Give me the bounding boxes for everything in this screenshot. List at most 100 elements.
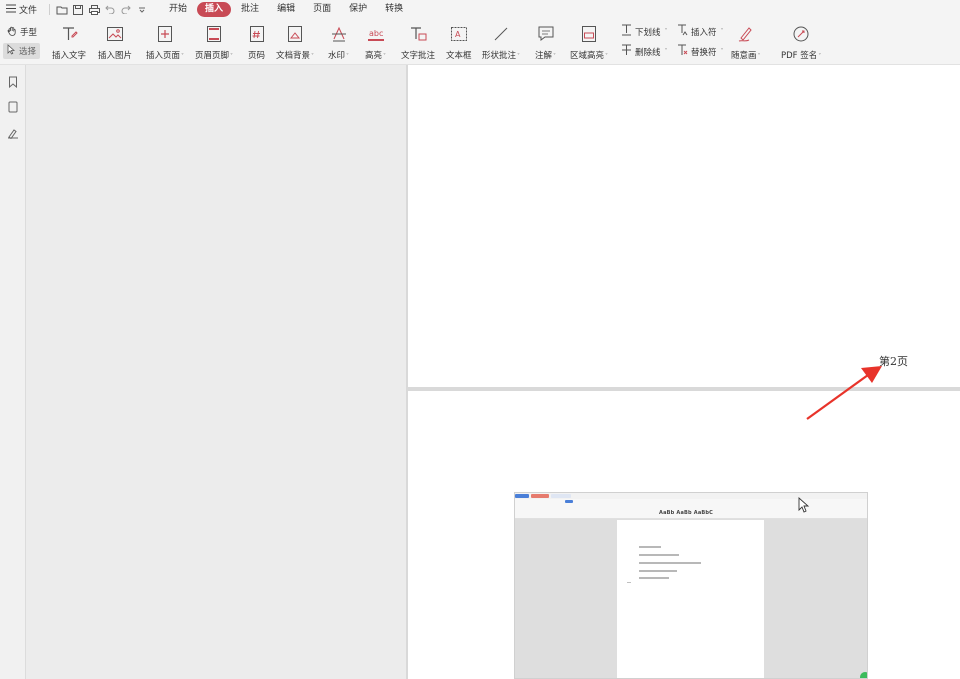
menu-comment[interactable]: 批注: [233, 2, 267, 17]
redo-icon[interactable]: [118, 2, 134, 18]
insert-image-button[interactable]: 插入图片: [98, 22, 132, 61]
hand-tool-label: 手型: [20, 28, 38, 38]
annotation-list-icon[interactable]: [5, 125, 21, 141]
embedded-text-line: [639, 562, 701, 564]
chevron-down-icon: ˅: [346, 53, 350, 60]
document-page: AaBb AaBb AaBbC: [408, 391, 960, 679]
menu-edit[interactable]: 编辑: [269, 2, 303, 17]
insert-caret-button[interactable]: 插入符 ˅: [677, 24, 724, 39]
strikethrough-icon: [621, 44, 632, 59]
embedded-style-preview: AaBb AaBb AaBbC: [659, 510, 714, 516]
area-highlight-label: 区域高亮: [570, 51, 605, 61]
area-highlight-button[interactable]: 区域高亮˅: [570, 22, 608, 61]
file-menu[interactable]: 文件: [0, 0, 45, 19]
bookmark-icon[interactable]: [5, 74, 21, 90]
chevron-down-icon: ˅: [720, 48, 724, 55]
replace-caret-label: 替换符: [691, 47, 717, 58]
document-view[interactable]: 第2页 AaBb AaBb AaBbC: [406, 65, 960, 679]
menu-convert[interactable]: 转换: [377, 2, 411, 17]
hamburger-icon: [6, 4, 16, 16]
shape-comment-button[interactable]: 形状批注˅: [482, 22, 520, 61]
text-comment-label: 文字批注: [401, 51, 436, 61]
textbox-button[interactable]: A 文本框: [446, 22, 472, 61]
svg-text:abc: abc: [369, 29, 383, 38]
chevron-down-icon: ˅: [605, 53, 609, 60]
insert-ribbon: 手型 选择 插入文字 插入图片 插入页面˅ 页眉页脚˅ 页码 文档背景˅ 水印˅…: [0, 19, 960, 65]
page-number-label: 页码: [248, 51, 266, 61]
doc-background-icon: [287, 22, 303, 46]
freehand-button[interactable]: 随意画˅: [731, 22, 761, 61]
insert-text-button[interactable]: 插入文字: [52, 22, 86, 61]
chevron-down-icon: ˅: [230, 53, 234, 60]
menu-protect[interactable]: 保护: [341, 2, 375, 17]
select-tool-button[interactable]: 选择: [3, 43, 41, 59]
text-comment-button[interactable]: 文字批注: [401, 22, 435, 61]
chevron-down-icon: ˅: [553, 53, 557, 60]
pdf-sign-button[interactable]: PDF 签名˅: [781, 22, 821, 61]
page-number-text: 第2页: [879, 355, 908, 368]
pen-icon: [737, 22, 755, 46]
annotation-label: 注解: [535, 51, 553, 61]
menu-page[interactable]: 页面: [305, 2, 339, 17]
save-icon[interactable]: [70, 2, 86, 18]
textbox-icon: A: [450, 22, 468, 46]
header-footer-button[interactable]: 页眉页脚˅: [195, 22, 233, 61]
watermark-button[interactable]: 水印˅: [328, 22, 349, 61]
highlight-button[interactable]: abc 高亮˅: [365, 22, 386, 61]
cursor-arrow-icon: [7, 44, 16, 58]
menu-insert[interactable]: 插入: [197, 2, 232, 17]
chevron-down-icon: ˅: [757, 53, 761, 60]
chevron-down-icon: ˅: [311, 53, 315, 60]
undo-icon[interactable]: [102, 2, 118, 18]
select-tool-label: 选择: [19, 47, 37, 57]
insert-image-label: 插入图片: [98, 51, 133, 61]
embedded-tab: [515, 494, 529, 498]
shape-comment-icon: [492, 22, 510, 46]
embedded-screenshot-image: AaBb AaBb AaBbC: [514, 492, 868, 679]
menu-bar: 文件 开始 插入 批注 编辑 页面 保护 转换: [0, 0, 960, 19]
chevron-down-icon: ˅: [383, 53, 387, 60]
embedded-active-tab: [565, 500, 573, 503]
hand-icon: [7, 26, 17, 39]
embedded-tab: [551, 494, 571, 498]
insert-text-label: 插入文字: [52, 51, 87, 61]
annotation-icon: [537, 22, 555, 46]
open-icon[interactable]: [54, 2, 70, 18]
svg-text:A: A: [455, 30, 461, 39]
hand-tool-button[interactable]: 手型: [3, 24, 41, 40]
pdf-editor-window: 文件 开始 插入 批注 编辑 页面 保护 转换 手型 选择 插入文字 插入图片 …: [0, 0, 960, 679]
underline-button[interactable]: 下划线 ˅: [621, 24, 668, 39]
insert-caret-label: 插入符: [691, 27, 717, 38]
annotation-button[interactable]: 注解˅: [535, 22, 556, 61]
signature-icon: [792, 22, 810, 46]
menu-home[interactable]: 开始: [161, 2, 195, 17]
watermark-icon: [330, 22, 348, 46]
replace-caret-button[interactable]: 替换符 ˅: [677, 44, 724, 59]
chevron-down-icon: ˅: [517, 53, 521, 60]
underline-label: 下划线: [635, 27, 661, 38]
chevron-down-icon: ˅: [664, 48, 668, 55]
embedded-status-dot: [860, 672, 867, 678]
embedded-text-line: [639, 554, 679, 556]
header-footer-icon: [206, 22, 222, 46]
doc-background-button[interactable]: 文档背景˅: [276, 22, 314, 61]
underline-icon: [621, 24, 632, 39]
watermark-label: 水印: [328, 51, 346, 61]
insert-caret-icon: [677, 24, 688, 39]
chevron-down-icon: ˅: [664, 28, 668, 35]
strikethrough-button[interactable]: 删除线 ˅: [621, 44, 668, 59]
thumbnail-icon[interactable]: [5, 99, 21, 115]
embedded-tab: [531, 494, 549, 498]
document-page: 第2页: [408, 65, 960, 387]
page-number-button[interactable]: 页码: [248, 22, 265, 61]
embedded-text-line: [639, 546, 661, 548]
print-icon[interactable]: [86, 2, 102, 18]
text-comment-icon: [409, 22, 427, 46]
mouse-cursor-icon: [798, 496, 810, 517]
side-panel: [26, 65, 406, 679]
highlight-icon: abc: [367, 22, 385, 46]
embedded-page: [617, 520, 764, 678]
file-menu-label: 文件: [19, 6, 38, 16]
insert-page-button[interactable]: 插入页面˅: [146, 22, 184, 61]
customize-quick-access-icon[interactable]: [134, 2, 150, 18]
